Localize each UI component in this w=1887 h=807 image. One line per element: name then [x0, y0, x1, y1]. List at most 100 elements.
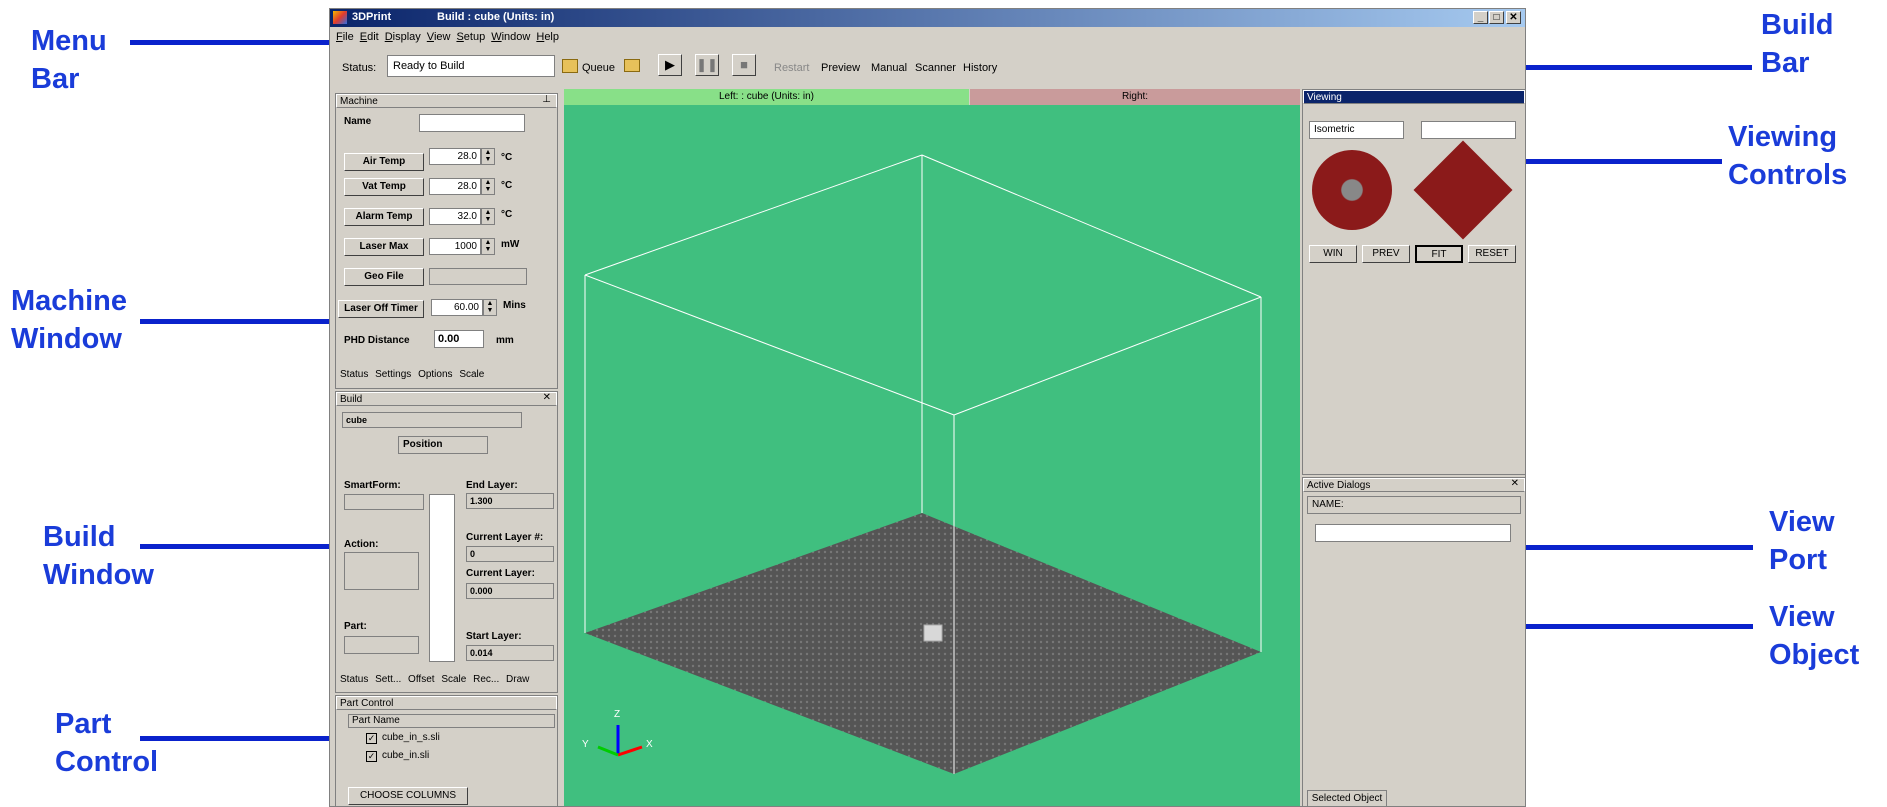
maximize-button[interactable]: □: [1489, 11, 1504, 24]
laser-max-spinner[interactable]: ▲ ▼: [481, 238, 495, 255]
annotation-text: Build: [43, 521, 116, 553]
app-icon: [333, 11, 347, 24]
menu-view[interactable]: View: [427, 31, 451, 43]
pin-icon[interactable]: ⊥: [542, 94, 551, 105]
action-label: Action:: [344, 539, 379, 550]
tab-offset[interactable]: Offset: [408, 674, 435, 685]
build-header: Build: [336, 392, 557, 406]
laser-off-timer-spinner[interactable]: ▲ ▼: [483, 299, 497, 316]
tab-draw[interactable]: Draw: [506, 674, 529, 685]
laser-off-timer-button[interactable]: Laser Off Timer: [338, 300, 424, 318]
geo-file-field[interactable]: [429, 268, 527, 285]
vat-temp-button[interactable]: Vat Temp: [344, 178, 424, 196]
tab-selected-object[interactable]: Selected Object: [1307, 790, 1387, 806]
view-preset-dropdown[interactable]: [1421, 121, 1516, 139]
stop-button[interactable]: ■: [732, 54, 756, 76]
progress-bar: [429, 494, 455, 662]
tab-scale[interactable]: Scale: [441, 674, 466, 685]
queue-button[interactable]: Queue: [582, 62, 615, 74]
annotation-machine-window: Machine Window: [11, 282, 127, 358]
close-icon[interactable]: ✕: [543, 392, 551, 403]
pause-button[interactable]: ❚❚: [695, 54, 719, 76]
position-dropdown[interactable]: Position: [398, 436, 488, 454]
menu-edit[interactable]: Edit: [360, 31, 379, 43]
annotation-line: [140, 736, 340, 741]
history-button[interactable]: History: [963, 62, 997, 74]
queue-icon[interactable]: [562, 59, 578, 73]
preview-button[interactable]: Preview: [821, 62, 860, 74]
right-view-tab[interactable]: Right:: [970, 89, 1300, 105]
tab-status[interactable]: Status: [340, 674, 368, 685]
annotation-part-control: Part Control: [55, 705, 158, 781]
active-dialogs-header: Active Dialogs: [1303, 478, 1525, 492]
phd-distance-input[interactable]: 0.00: [434, 330, 484, 348]
tab-settings[interactable]: Sett...: [375, 674, 401, 685]
tab-options[interactable]: Options: [418, 369, 452, 380]
part-checkbox[interactable]: ✓: [366, 733, 377, 744]
current-layer-num-field: 0: [466, 546, 554, 562]
fit-button[interactable]: FIT: [1415, 245, 1463, 263]
air-temp-spinner[interactable]: ▲ ▼: [481, 148, 495, 165]
pause-icon: ❚❚: [696, 57, 718, 72]
scanner-button[interactable]: Scanner: [915, 62, 956, 74]
annotation-text: Controls: [1728, 159, 1848, 191]
view-port[interactable]: Z X Y: [564, 105, 1300, 806]
menu-setup[interactable]: Setup: [456, 31, 485, 43]
air-temp-input[interactable]: 28.0: [429, 148, 481, 165]
part-item[interactable]: cube_in.sli: [382, 750, 429, 761]
viewing-panel: Viewing Isometric WIN PREV FIT RESET: [1302, 89, 1525, 475]
annotation-text: View: [1769, 506, 1835, 538]
part-name-column-header[interactable]: Part Name: [348, 714, 555, 728]
tab-record[interactable]: Rec...: [473, 674, 499, 685]
air-temp-button[interactable]: Air Temp: [344, 153, 424, 171]
menu-bar: File Edit Display View Setup Window Help: [330, 28, 1525, 46]
reset-button[interactable]: RESET: [1468, 245, 1516, 263]
alarm-temp-spinner[interactable]: ▲ ▼: [481, 208, 495, 225]
prev-button[interactable]: PREV: [1362, 245, 1410, 263]
dialog-name-input[interactable]: [1315, 524, 1511, 542]
vat-temp-spinner[interactable]: ▲ ▼: [481, 178, 495, 195]
alarm-temp-unit: °C: [501, 209, 513, 220]
close-button[interactable]: ✕: [1506, 11, 1521, 24]
open-folder-icon[interactable]: [624, 59, 640, 72]
view-object[interactable]: [923, 624, 943, 642]
pan-control[interactable]: [1413, 140, 1513, 240]
tab-scale[interactable]: Scale: [459, 369, 484, 380]
menu-display[interactable]: Display: [385, 31, 421, 43]
alarm-temp-input[interactable]: 32.0: [429, 208, 481, 225]
build-tabs: Status Sett... Offset Scale Rec... Draw: [340, 674, 533, 685]
menu-help[interactable]: Help: [536, 31, 559, 43]
laser-max-input[interactable]: 1000: [429, 238, 481, 255]
laser-off-timer-input[interactable]: 60.00: [431, 299, 483, 316]
play-icon: ▶: [665, 57, 675, 72]
menu-file[interactable]: File: [336, 31, 354, 43]
annotation-text: Machine: [11, 285, 128, 317]
action-field: [344, 552, 419, 590]
tab-settings[interactable]: Settings: [375, 369, 411, 380]
vat-temp-input[interactable]: 28.0: [429, 178, 481, 195]
restart-button[interactable]: Restart: [774, 62, 809, 74]
choose-columns-button[interactable]: CHOOSE COLUMNS: [348, 787, 468, 805]
play-button[interactable]: ▶: [658, 54, 682, 76]
close-icon[interactable]: ✕: [1511, 478, 1519, 489]
tab-status[interactable]: Status: [340, 369, 368, 380]
projection-dropdown[interactable]: Isometric: [1309, 121, 1404, 139]
laser-max-button[interactable]: Laser Max: [344, 238, 424, 256]
rotate-control[interactable]: [1312, 150, 1392, 230]
name-input[interactable]: [419, 114, 525, 132]
phd-distance-label: PHD Distance: [344, 335, 410, 346]
end-layer-label: End Layer:: [466, 480, 518, 491]
alarm-temp-button[interactable]: Alarm Temp: [344, 208, 424, 226]
minimize-button[interactable]: _: [1473, 11, 1488, 24]
left-view-tab[interactable]: Left: : cube (Units: in): [564, 89, 969, 105]
part-checkbox[interactable]: ✓: [366, 751, 377, 762]
part-field: [344, 636, 419, 654]
app-window: 3DPrint Build : cube (Units: in) _ □ ✕ F…: [329, 8, 1526, 807]
manual-button[interactable]: Manual: [871, 62, 907, 74]
status-field: Ready to Build: [387, 55, 555, 77]
win-button[interactable]: WIN: [1309, 245, 1357, 263]
part-item[interactable]: cube_in_s.sli: [382, 732, 440, 743]
menu-window[interactable]: Window: [491, 31, 530, 43]
geo-file-button[interactable]: Geo File: [344, 268, 424, 286]
annotation-build-window: Build Window: [43, 518, 154, 594]
